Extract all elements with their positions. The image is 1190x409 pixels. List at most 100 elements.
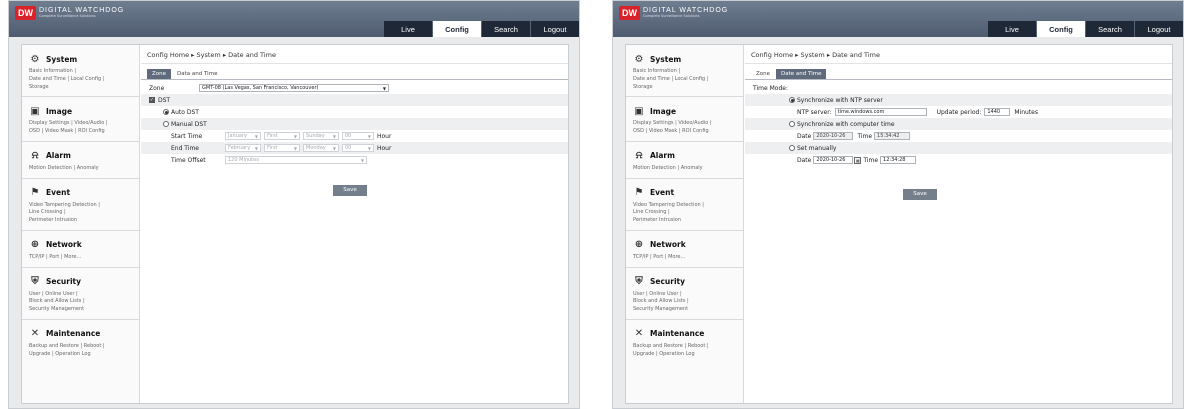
sidebar-link[interactable]: Basic Information | bbox=[29, 68, 133, 76]
sidebar-title[interactable]: Security bbox=[650, 277, 685, 286]
update-period-input[interactable]: 1440 bbox=[984, 108, 1011, 116]
tab-date-time[interactable]: Date and Time bbox=[776, 69, 827, 79]
sidebar: ⚙ System Basic Information | Date and Time… bbox=[22, 45, 140, 403]
sidebar-link[interactable]: Storage bbox=[633, 84, 737, 92]
sidebar-link[interactable]: Date and Time | Local Config | bbox=[633, 76, 737, 84]
sidebar-title[interactable]: Maintenance bbox=[46, 329, 100, 338]
dst-checkbox[interactable]: ✓ bbox=[149, 97, 155, 103]
logo: DW DIGITAL WATCHDOG Complete Surveillance… bbox=[619, 6, 728, 20]
nav-config[interactable]: Config bbox=[1037, 21, 1085, 37]
auto-dst-radio[interactable] bbox=[163, 109, 169, 115]
sidebar-event: ⚑ Event Video Tampering Detection | Line C… bbox=[22, 179, 139, 231]
set-manually-radio[interactable] bbox=[789, 145, 795, 151]
sidebar-network: ⊕ Network TCP/IP | Port | More... bbox=[626, 231, 743, 268]
main-panel: Config Home ▸ System ▸ Date and Time Zon… bbox=[745, 45, 1172, 403]
start-hour-select[interactable]: 00 ▼ bbox=[342, 132, 374, 140]
sidebar-title[interactable]: Alarm bbox=[650, 151, 675, 160]
network-icon: ⊕ bbox=[634, 239, 644, 251]
sidebar-title[interactable]: Alarm bbox=[46, 151, 71, 160]
sidebar-link[interactable]: Line Crossing | bbox=[29, 209, 133, 217]
sidebar-title[interactable]: Event bbox=[650, 188, 674, 197]
sidebar-link[interactable]: Motion Detection | Anomaly bbox=[633, 165, 737, 173]
save-container: Save bbox=[745, 180, 1172, 200]
sidebar-maintenance: ✕ Maintenance Backup and Restore | Reboot… bbox=[22, 320, 139, 364]
end-hour-unit: Hour bbox=[377, 144, 392, 152]
sidebar-link[interactable]: OSD | Video Mask | ROI Config bbox=[633, 128, 737, 136]
save-button[interactable]: Save bbox=[333, 184, 367, 196]
network-icon: ⊕ bbox=[30, 239, 40, 251]
manual-dst-radio[interactable] bbox=[163, 121, 169, 127]
nav-logout[interactable]: Logout bbox=[1135, 21, 1183, 37]
sync-pc-label: Synchronize with computer time bbox=[797, 120, 895, 128]
sidebar-link[interactable]: Block and Allow Lists | bbox=[633, 298, 737, 306]
manual-dst-label: Manual DST bbox=[171, 120, 207, 128]
sidebar-title[interactable]: Image bbox=[650, 107, 676, 116]
sidebar-title[interactable]: Security bbox=[46, 277, 81, 286]
sidebar-link[interactable]: Basic Information | bbox=[633, 68, 737, 76]
sidebar-link[interactable]: Perimeter Intrusion bbox=[633, 217, 737, 225]
sidebar-link[interactable]: Upgrade | Operation Log bbox=[29, 351, 133, 359]
nav-live[interactable]: Live bbox=[988, 21, 1036, 37]
end-month-select[interactable]: February ▼ bbox=[225, 144, 261, 152]
sidebar-title[interactable]: Event bbox=[46, 188, 70, 197]
sync-pc-radio[interactable] bbox=[789, 121, 795, 127]
nav-live[interactable]: Live bbox=[384, 21, 432, 37]
sidebar-link[interactable]: Date and Time | Local Config | bbox=[29, 76, 133, 84]
manual-time-input[interactable]: 12:34:28 bbox=[880, 156, 917, 164]
sidebar-link[interactable]: Perimeter Intrusion bbox=[29, 217, 133, 225]
tab-date-time[interactable]: Data and Time bbox=[172, 69, 222, 79]
sidebar-link[interactable]: Upgrade | Operation Log bbox=[633, 351, 737, 359]
zone-select[interactable]: GMT-08 (Las Vegas, San Francisco, Vancou… bbox=[199, 84, 389, 92]
sidebar-link[interactable]: Video Tampering Detection | bbox=[633, 202, 737, 210]
logo-tagline: Complete Surveillance Solutions bbox=[643, 14, 700, 19]
sidebar-link[interactable]: User | Online User | bbox=[29, 291, 133, 299]
sidebar-link[interactable]: Display Settings | Video/Audio | bbox=[633, 120, 737, 128]
pc-date-label: Date bbox=[797, 132, 812, 140]
end-week-select[interactable]: First ▼ bbox=[264, 144, 300, 152]
sidebar-title[interactable]: Maintenance bbox=[650, 329, 704, 338]
calendar-icon[interactable]: ▦ bbox=[854, 156, 862, 164]
save-button[interactable]: Save bbox=[903, 188, 937, 200]
sidebar-title[interactable]: System bbox=[46, 55, 77, 64]
nav-search[interactable]: Search bbox=[1086, 21, 1134, 37]
content-frame: ⚙ System Basic Information | Date and Time… bbox=[625, 44, 1173, 404]
zone-row: Zone GMT-08 (Las Vegas, San Francisco, V… bbox=[141, 82, 568, 94]
sidebar-link[interactable]: Motion Detection | Anomaly bbox=[29, 165, 133, 173]
time-offset-label: Time Offset bbox=[171, 156, 206, 164]
end-hour-select[interactable]: 00 ▼ bbox=[342, 144, 374, 152]
sidebar-link[interactable]: Backup and Restore | Reboot | bbox=[29, 343, 133, 351]
start-day-select[interactable]: Sunday ▼ bbox=[303, 132, 339, 140]
sidebar-link[interactable]: Backup and Restore | Reboot | bbox=[633, 343, 737, 351]
sidebar-title[interactable]: Image bbox=[46, 107, 72, 116]
sidebar-title[interactable]: System bbox=[650, 55, 681, 64]
sidebar-link[interactable]: TCP/IP | Port | More... bbox=[633, 254, 737, 262]
sync-ntp-radio[interactable] bbox=[789, 97, 795, 103]
end-day-select[interactable]: Monday ▼ bbox=[303, 144, 339, 152]
manual-date-input[interactable]: 2020-10-26 bbox=[813, 156, 854, 164]
sidebar-link[interactable]: Video Tampering Detection | bbox=[29, 202, 133, 210]
sidebar-link[interactable]: Security Management bbox=[29, 306, 133, 314]
update-period-label: Update period: bbox=[936, 108, 982, 116]
ntp-server-label: NTP server: bbox=[797, 108, 832, 116]
sidebar-link[interactable]: Line Crossing | bbox=[633, 209, 737, 217]
start-time-row: Start Time January ▼ First ▼ Sunday ▼ 00 ▼ H… bbox=[141, 130, 568, 142]
nav-logout[interactable]: Logout bbox=[531, 21, 579, 37]
sidebar-link[interactable]: Storage bbox=[29, 84, 133, 92]
sidebar-title[interactable]: Network bbox=[650, 240, 686, 249]
sidebar-link[interactable]: OSD | Video Mask | ROI Config bbox=[29, 128, 133, 136]
time-offset-select[interactable]: 120 Minutes ▼ bbox=[225, 156, 367, 164]
sidebar-link[interactable]: Security Management bbox=[633, 306, 737, 314]
top-bar: DW DIGITAL WATCHDOG Complete Surveillance… bbox=[9, 1, 579, 37]
tab-zone[interactable]: Zone bbox=[147, 69, 172, 79]
tab-zone[interactable]: Zone bbox=[751, 69, 775, 79]
sidebar-link[interactable]: User | Online User | bbox=[633, 291, 737, 299]
nav-search[interactable]: Search bbox=[482, 21, 530, 37]
nav-config[interactable]: Config bbox=[433, 21, 481, 37]
sidebar-title[interactable]: Network bbox=[46, 240, 82, 249]
start-month-select[interactable]: January ▼ bbox=[225, 132, 261, 140]
ntp-server-input[interactable]: time.windows.com bbox=[834, 108, 927, 116]
sidebar-link[interactable]: TCP/IP | Port | More... bbox=[29, 254, 133, 262]
sidebar-link[interactable]: Display Settings | Video/Audio | bbox=[29, 120, 133, 128]
start-week-select[interactable]: First ▼ bbox=[264, 132, 300, 140]
sidebar-link[interactable]: Block and Allow Lists | bbox=[29, 298, 133, 306]
